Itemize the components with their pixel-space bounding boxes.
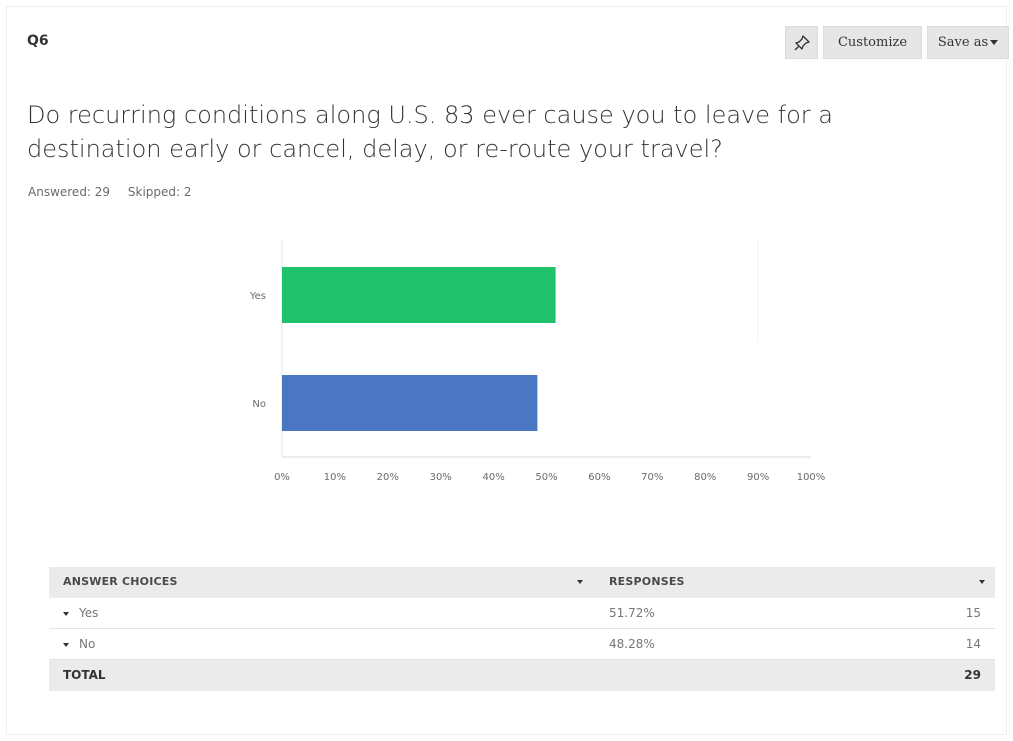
total-label: TOTAL bbox=[63, 668, 106, 682]
header-responses[interactable]: RESPONSES bbox=[609, 575, 685, 588]
sort-responses-icon[interactable] bbox=[979, 580, 985, 584]
x-tick-label: 80% bbox=[694, 472, 716, 483]
bar-chart: Yes No 0% 10% 20% 30% 40% 50% 60% 70% 80% 90% 100% bbox=[249, 240, 826, 483]
expand-row-icon[interactable] bbox=[63, 611, 69, 616]
x-tick-label: 70% bbox=[641, 472, 663, 483]
response-count: 14 bbox=[965, 637, 981, 651]
x-tick-label: 40% bbox=[482, 472, 504, 483]
total-count: 29 bbox=[964, 668, 981, 682]
table-header-row: ANSWER CHOICES RESPONSES bbox=[49, 567, 995, 598]
x-tick-label: 90% bbox=[747, 472, 769, 483]
bar-yes bbox=[282, 267, 556, 323]
sort-answer-choices-icon[interactable] bbox=[577, 580, 583, 584]
x-tick-label: 0% bbox=[274, 472, 290, 483]
x-tick-label: 50% bbox=[535, 472, 557, 483]
answer-choice: No bbox=[79, 637, 96, 651]
x-tick-label: 60% bbox=[588, 472, 610, 483]
x-tick-label: 100% bbox=[797, 472, 826, 483]
results-table: ANSWER CHOICES RESPONSES Yes 51.72% 15 N… bbox=[49, 567, 995, 691]
category-label: No bbox=[252, 399, 266, 410]
x-tick-label: 20% bbox=[377, 472, 399, 483]
table-row: No 48.28% 14 bbox=[49, 629, 995, 660]
answer-choice: Yes bbox=[79, 606, 99, 620]
table-row: Yes 51.72% 15 bbox=[49, 598, 995, 629]
table-total-row: TOTAL 29 bbox=[49, 660, 995, 691]
x-tick-label: 30% bbox=[430, 472, 452, 483]
bar-no bbox=[282, 375, 538, 431]
expand-row-icon[interactable] bbox=[63, 642, 69, 647]
response-percent: 48.28% bbox=[609, 637, 655, 651]
header-answer-choices[interactable]: ANSWER CHOICES bbox=[63, 575, 178, 588]
category-label: Yes bbox=[249, 291, 266, 302]
response-count: 15 bbox=[965, 606, 981, 620]
response-percent: 51.72% bbox=[609, 606, 655, 620]
x-tick-label: 10% bbox=[324, 472, 346, 483]
